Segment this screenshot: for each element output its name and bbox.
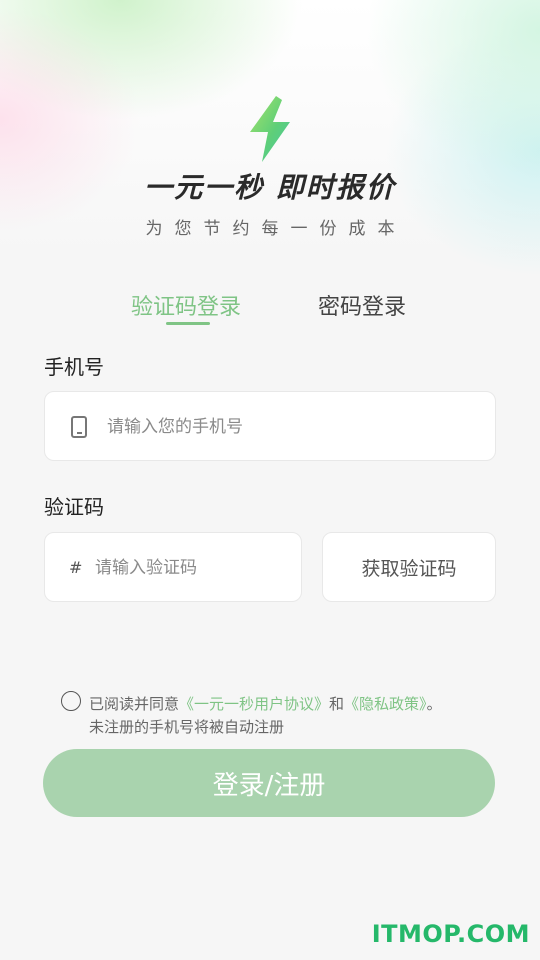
phone-field-container[interactable] [44,391,496,461]
agreement-text: 已阅读并同意《一元一秒用户协议》和《隐私政策》。 未注册的手机号将被自动注册 [89,693,509,739]
login-register-button[interactable]: 登录/注册 [43,749,495,817]
code-field-container[interactable]: # [44,532,302,602]
privacy-policy-link[interactable]: 《隐私政策》 [344,695,427,713]
active-tab-indicator [166,322,210,325]
phone-icon [71,416,87,438]
tab-sms-login[interactable]: 验证码登录 [131,289,241,321]
get-code-button[interactable]: 获取验证码 [322,532,496,602]
app-subtitle: 为您节约每一份成本 [145,219,407,239]
code-label: 验证码 [44,495,104,519]
lightning-icon [250,96,290,162]
phone-input[interactable] [107,414,477,440]
auto-register-note: 未注册的手机号将被自动注册 [89,718,285,736]
site-watermark: ITMOP.COM [371,920,530,948]
user-agreement-link[interactable]: 《一元一秒用户协议》 [179,695,329,713]
agreement-checkbox[interactable] [61,691,81,711]
agreement-suffix: 。 [426,695,442,713]
phone-label: 手机号 [44,355,104,379]
hash-icon: # [69,558,83,577]
tab-password-login[interactable]: 密码登录 [318,289,406,321]
agreement-prefix: 已阅读并同意 [89,695,180,713]
agreement-and: 和 [329,695,345,713]
verification-code-input[interactable] [95,555,290,581]
app-slogan: 一元一秒 即时报价 [144,171,396,204]
